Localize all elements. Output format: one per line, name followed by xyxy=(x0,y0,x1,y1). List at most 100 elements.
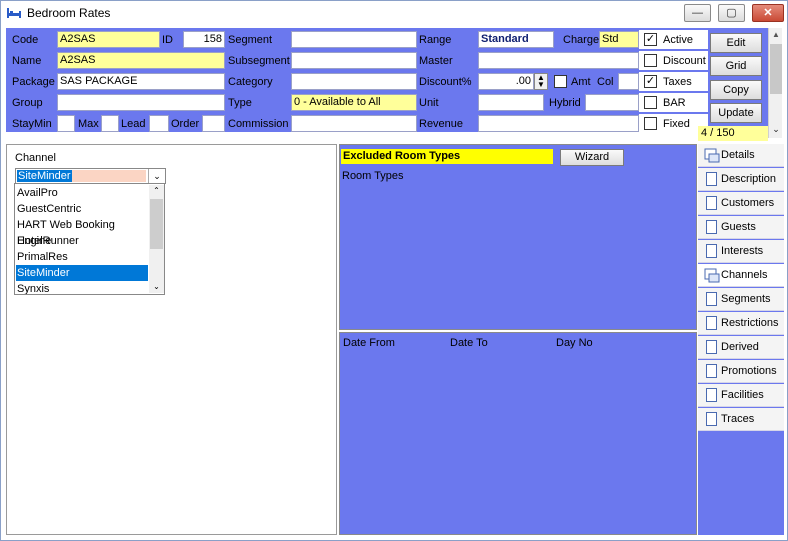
header-scrollbar[interactable]: ▲ ⌄ xyxy=(768,28,782,138)
copy-button[interactable]: Copy xyxy=(710,80,762,100)
list-item-selected[interactable]: SiteMinder xyxy=(16,265,148,281)
unit-label: Unit xyxy=(419,97,439,109)
section-tabs: Details Description Customers Guests Int… xyxy=(698,144,784,535)
discount-checkbox[interactable] xyxy=(644,54,657,67)
tab-derived[interactable]: Derived xyxy=(698,336,784,359)
max-field[interactable] xyxy=(101,115,119,132)
id-label: ID xyxy=(162,34,173,46)
document-icon xyxy=(706,220,717,234)
lead-label: Lead xyxy=(121,118,146,130)
tab-channels[interactable]: Channels xyxy=(698,264,784,287)
tab-restrictions[interactable]: Restrictions xyxy=(698,312,784,335)
tab-label: Derived xyxy=(721,341,759,353)
fixed-checkbox[interactable] xyxy=(644,117,657,130)
document-icon xyxy=(706,196,717,210)
update-button[interactable]: Update xyxy=(710,103,762,123)
discount-percent-label: Discount% xyxy=(419,76,472,88)
room-types-header: Room Types xyxy=(342,170,404,182)
tab-guests[interactable]: Guests xyxy=(698,216,784,239)
excluded-room-types-pane: Excluded Room Types Wizard Room Types xyxy=(339,144,697,330)
list-scrollbar[interactable]: ⌃ ⌄ xyxy=(149,185,164,293)
tab-facilities[interactable]: Facilities xyxy=(698,384,784,407)
tab-customers[interactable]: Customers xyxy=(698,192,784,215)
tab-description[interactable]: Description xyxy=(698,168,784,191)
hybrid-field[interactable] xyxy=(585,94,639,111)
category-label: Category xyxy=(228,76,273,88)
list-item[interactable]: PrimalRes xyxy=(16,249,148,265)
document-icon xyxy=(706,316,717,330)
bar-label: BAR xyxy=(663,97,686,109)
wizard-button[interactable]: Wizard xyxy=(560,149,624,166)
bar-checkbox[interactable] xyxy=(644,96,657,109)
tab-segments[interactable]: Segments xyxy=(698,288,784,311)
list-item[interactable]: GuestCentric xyxy=(16,201,148,217)
amt-label: Amt xyxy=(571,76,591,88)
channel-combobox[interactable]: SiteMinder ⌄ xyxy=(15,168,166,184)
master-label: Master xyxy=(419,55,453,67)
date-ranges-pane: Date From Date To Day No xyxy=(339,332,697,535)
commission-field[interactable] xyxy=(291,115,417,132)
close-button[interactable]: ✕ xyxy=(752,4,784,22)
col-label: Col xyxy=(597,76,614,88)
list-item[interactable]: Synxis xyxy=(16,281,148,294)
type-field[interactable]: 0 - Available to All xyxy=(291,94,417,111)
edit-button[interactable]: Edit xyxy=(710,33,762,53)
list-item[interactable]: AvailPro xyxy=(16,185,148,201)
tab-traces[interactable]: Traces xyxy=(698,408,784,431)
date-to-header: Date To xyxy=(450,337,488,349)
list-item[interactable]: HotelRunner xyxy=(16,233,148,249)
document-icon xyxy=(706,412,717,426)
bedroom-rates-window: Bedroom Rates — ▢ ✕ Code A2SAS ID 158 Na… xyxy=(0,0,788,541)
range-field[interactable]: Standard xyxy=(478,31,554,48)
staymin-label: StayMin xyxy=(12,118,52,130)
staymin-field[interactable] xyxy=(57,115,75,132)
chevron-down-icon[interactable]: ⌄ xyxy=(148,169,165,183)
category-field[interactable] xyxy=(291,73,417,90)
id-field[interactable]: 158 xyxy=(183,31,225,48)
title-bar: Bedroom Rates — ▢ ✕ xyxy=(1,1,787,26)
code-field[interactable]: A2SAS xyxy=(57,31,160,48)
subsegment-field[interactable] xyxy=(291,52,417,69)
tab-promotions[interactable]: Promotions xyxy=(698,360,784,383)
col-field[interactable] xyxy=(618,73,639,90)
minimize-button[interactable]: — xyxy=(684,4,711,22)
window-title: Bedroom Rates xyxy=(27,6,111,20)
list-scroll-thumb[interactable] xyxy=(150,199,163,249)
discount-option: Discount xyxy=(639,51,708,70)
bar-option: BAR xyxy=(639,93,708,112)
commission-label: Commission xyxy=(228,118,289,130)
discount-percent-field[interactable]: .00 xyxy=(478,73,534,90)
grid-button[interactable]: Grid xyxy=(710,56,762,76)
scroll-thumb[interactable] xyxy=(770,44,782,94)
lead-field[interactable] xyxy=(149,115,169,132)
maximize-button[interactable]: ▢ xyxy=(718,4,745,22)
taxes-checkbox[interactable]: ✓ xyxy=(644,75,657,88)
fixed-label: Fixed xyxy=(663,118,690,130)
amt-checkbox[interactable] xyxy=(554,75,567,88)
order-field[interactable] xyxy=(202,115,225,132)
active-checkbox[interactable]: ✓ xyxy=(644,33,657,46)
name-field[interactable]: A2SAS xyxy=(57,52,225,69)
unit-field[interactable] xyxy=(478,94,544,111)
revenue-field[interactable] xyxy=(478,115,639,132)
group-label: Group xyxy=(12,97,43,109)
scroll-down-icon[interactable]: ⌄ xyxy=(149,281,164,293)
charge-label: Charge xyxy=(563,34,600,46)
scroll-up-icon[interactable]: ⌃ xyxy=(149,185,164,197)
group-field[interactable] xyxy=(57,94,225,111)
scroll-up-icon[interactable]: ▲ xyxy=(770,28,782,42)
list-item[interactable]: HART Web Booking Engine xyxy=(16,217,148,247)
package-field[interactable]: SAS PACKAGE xyxy=(57,73,225,90)
tab-label: Interests xyxy=(721,245,764,257)
tab-label: Segments xyxy=(721,293,771,305)
discount-spinner[interactable]: ▲ ▼ xyxy=(534,73,548,90)
segment-field[interactable] xyxy=(291,31,417,48)
tab-details[interactable]: Details xyxy=(698,144,784,167)
tab-interests[interactable]: Interests xyxy=(698,240,784,263)
charge-field[interactable]: Std xyxy=(599,31,639,48)
tab-label: Customers xyxy=(721,197,775,209)
master-field[interactable] xyxy=(478,52,639,69)
document-icon xyxy=(706,388,717,402)
scroll-down-icon[interactable]: ⌄ xyxy=(770,122,782,136)
revenue-label: Revenue xyxy=(419,118,464,130)
